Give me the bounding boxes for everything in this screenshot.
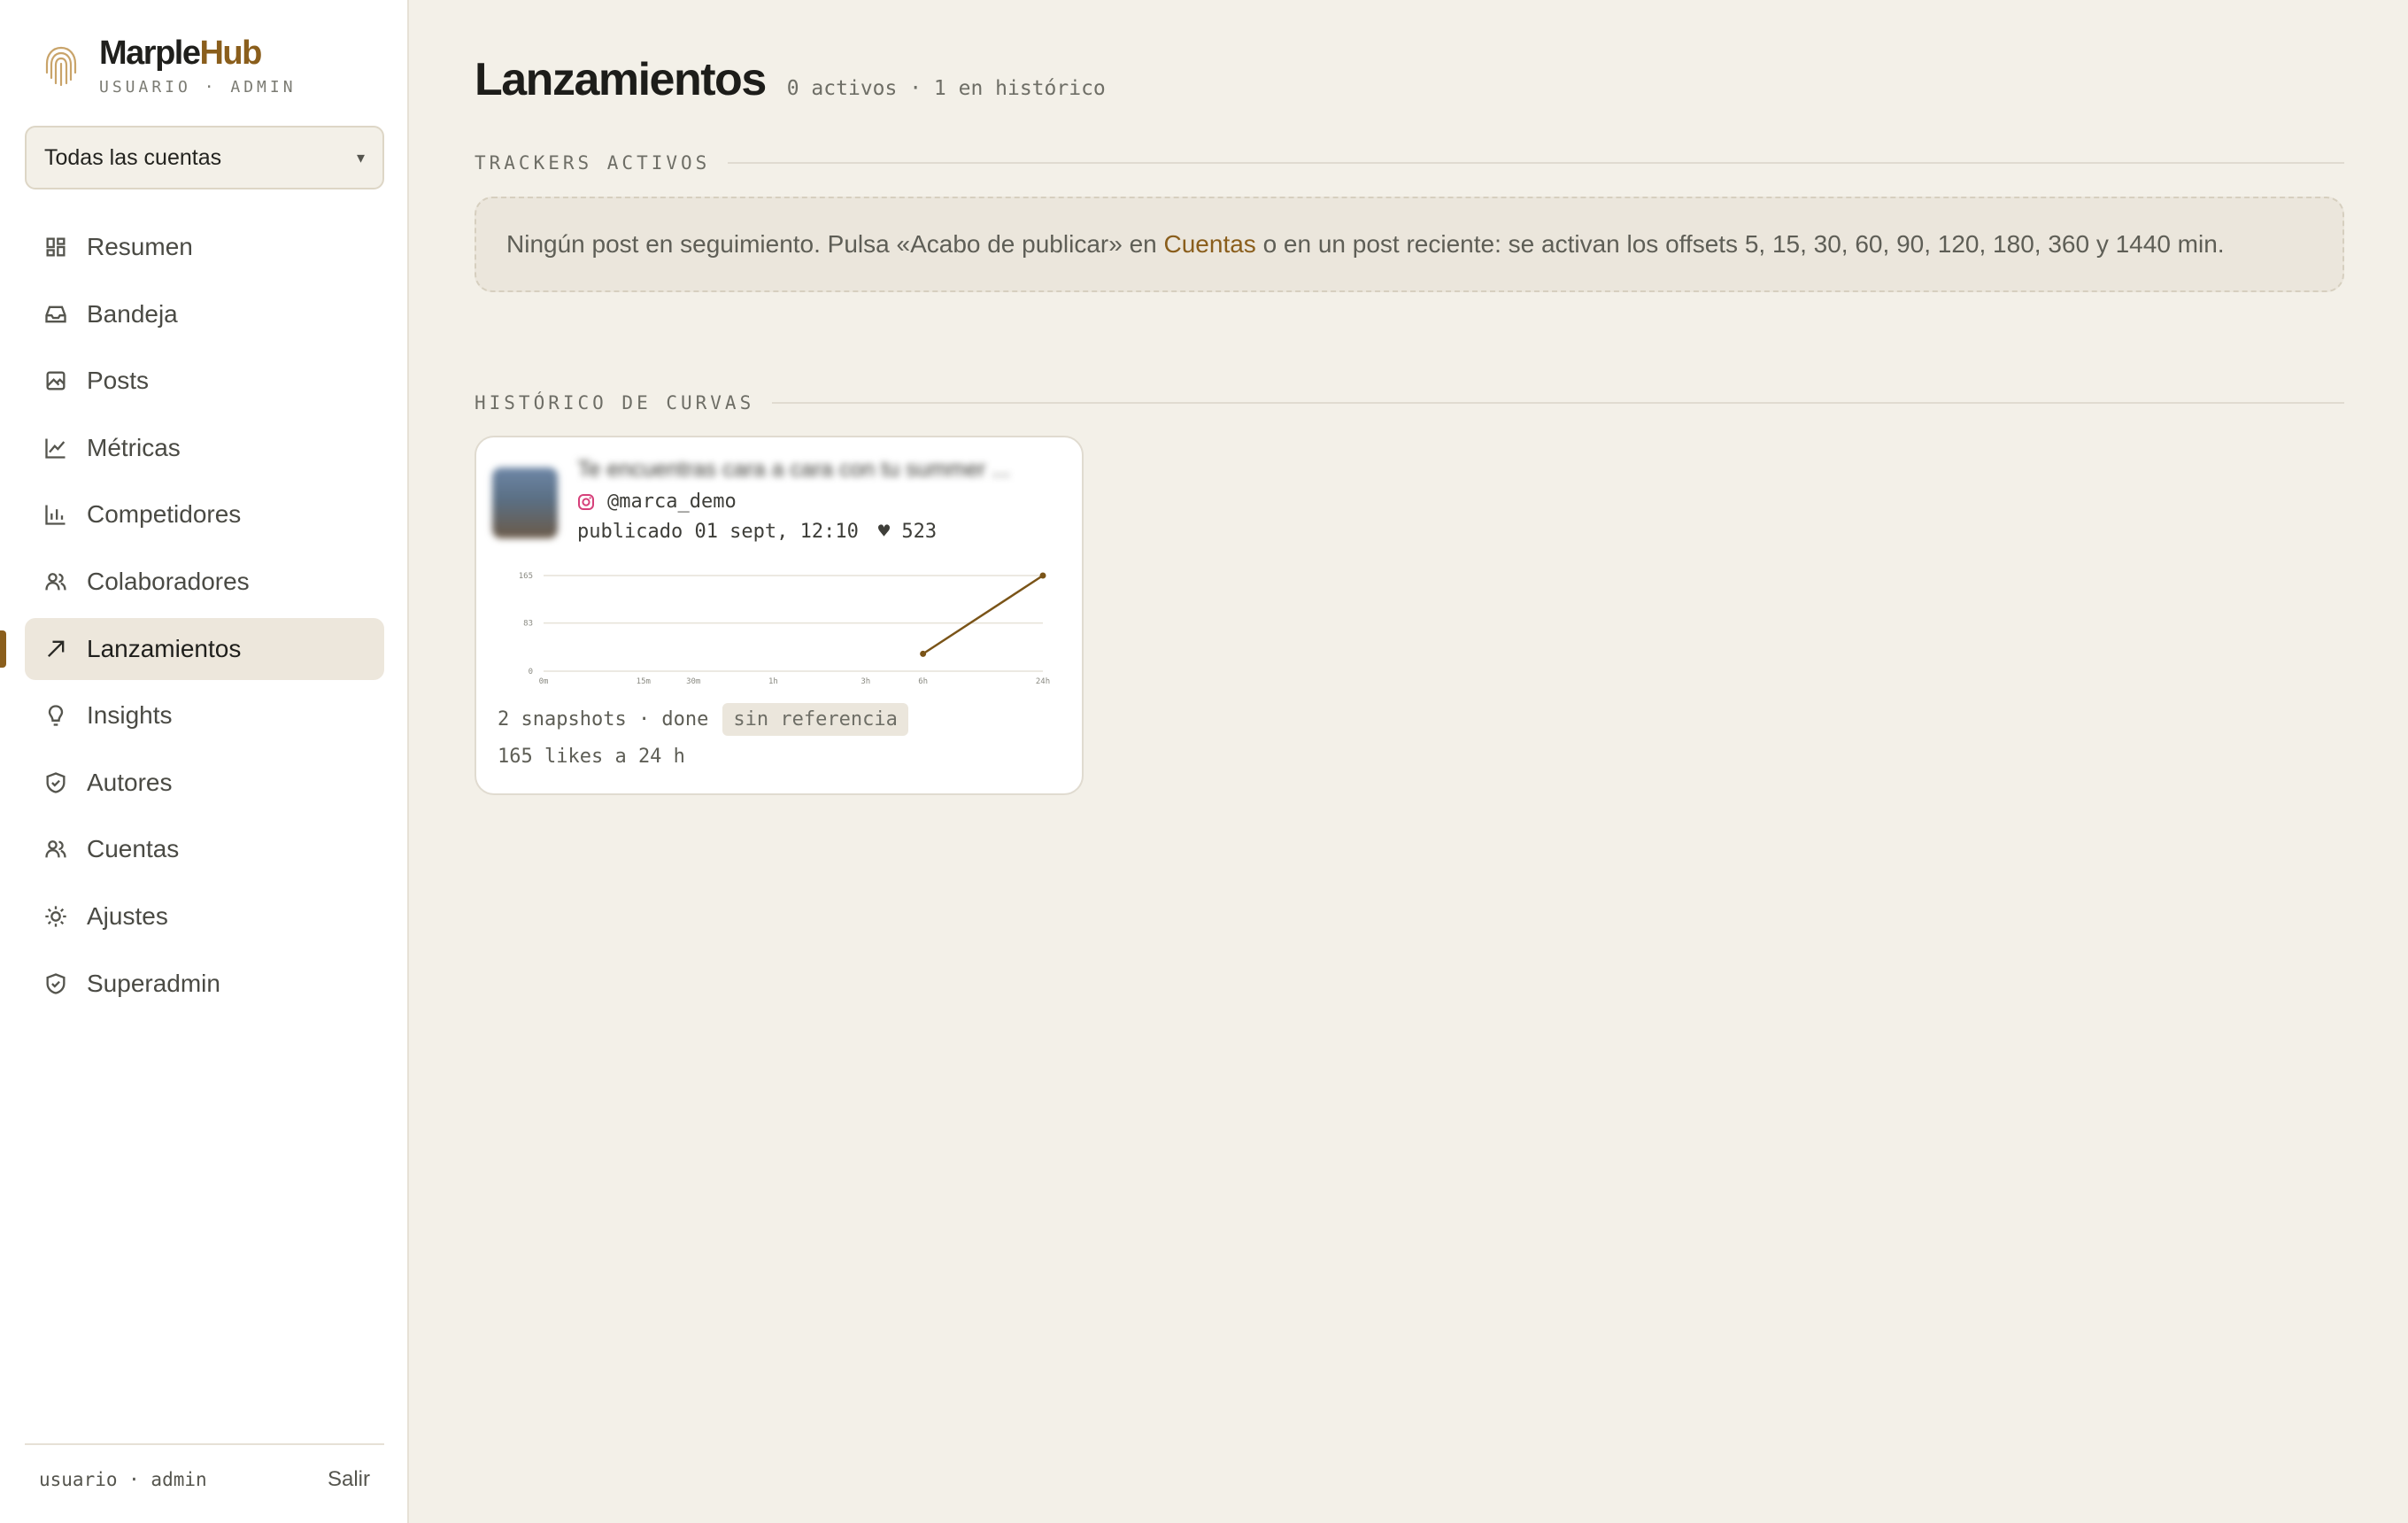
sidebar-item-resumen[interactable]: Resumen (25, 216, 384, 278)
sidebar-item-ajustes[interactable]: Ajustes (25, 885, 384, 947)
sidebar: MarpleHub USUARIO · ADMIN Todas las cuen… (0, 0, 409, 1523)
y-tick-label: 165 (519, 572, 533, 581)
shield-check-icon (42, 769, 69, 796)
launch-curve-chart: 165 83 0 0m 15m 30m 1h 3h 6h 24h (519, 572, 1050, 686)
x-tick-label: 0m (539, 677, 549, 686)
section-title: TRACKERS ACTIVOS (475, 152, 711, 174)
section-divider (728, 162, 2344, 164)
card-status: 2 snapshots · done sin referencia (498, 703, 908, 736)
sun-icon (42, 903, 69, 930)
section-divider (772, 402, 2344, 404)
account-select[interactable]: Todas las cuentas ▾ (25, 126, 384, 189)
bar-chart-icon (42, 501, 69, 528)
sidebar-item-metricas[interactable]: Métricas (25, 417, 384, 479)
sidebar-item-label: Ajustes (87, 901, 168, 930)
sidebar-item-label: Autores (87, 768, 173, 796)
series-line (922, 574, 1044, 655)
x-tick-label: 24h (1036, 677, 1050, 686)
sidebar-item-competidores[interactable]: Competidores (25, 483, 384, 545)
post-account: @marca_demo (577, 491, 737, 513)
data-point (1039, 572, 1046, 579)
x-tick-label: 1h (768, 677, 778, 686)
sidebar-item-colaboradores[interactable]: Colaboradores (25, 551, 384, 613)
arrow-up-right-icon (42, 636, 69, 662)
sidebar-item-posts[interactable]: Posts (25, 350, 384, 412)
page-title: Lanzamientos (475, 54, 767, 105)
page-header: Lanzamientos 0 activos · 1 en histórico (475, 53, 1106, 106)
empty-trackers-notice: Ningún post en seguimiento. Pulsa «Acabo… (475, 197, 2344, 292)
reference-badge: sin referencia (722, 703, 908, 736)
section-history-header: HISTÓRICO DE CURVAS (475, 392, 2344, 414)
sidebar-nav: Resumen Bandeja Posts Métricas Competido… (0, 216, 384, 1019)
sidebar-item-label: Resumen (87, 233, 193, 260)
sidebar-item-autores[interactable]: Autores (25, 752, 384, 814)
page-meta: 0 activos · 1 en histórico (786, 77, 1106, 100)
active-indicator (0, 630, 6, 668)
instagram-icon (578, 493, 594, 510)
dashboard-icon (42, 234, 69, 260)
sidebar-item-label: Competidores (87, 500, 242, 529)
published-date: publicado 01 sept, 12:10 (577, 521, 859, 543)
sidebar-item-cuentas[interactable]: Cuentas (25, 818, 384, 880)
snapshots-status: 2 snapshots · done (498, 708, 709, 731)
x-tick-label: 3h (861, 677, 870, 686)
post-caption: Te encuentras cara a cara con tu summer … (577, 457, 1011, 482)
sidebar-item-label: Bandeja (87, 299, 178, 328)
current-user: usuario · admin (39, 1469, 207, 1490)
sidebar-item-label: Insights (87, 701, 173, 730)
sidebar-item-label: Lanzamientos (87, 634, 242, 662)
likes-count: ♥ 523 (877, 521, 938, 543)
brand-name: MarpleHub (99, 35, 262, 72)
sidebar-item-superadmin[interactable]: Superadmin (25, 953, 384, 1015)
line-chart-icon (42, 435, 69, 461)
sidebar-footer: usuario · admin Salir (25, 1443, 384, 1514)
caret-down-icon: ▾ (356, 148, 365, 166)
y-tick-label: 83 (523, 620, 533, 629)
shield-check-icon (42, 970, 69, 997)
lightbulb-icon (42, 702, 69, 729)
y-tick-label: 0 (529, 668, 533, 676)
x-tick-label: 15m (637, 677, 651, 686)
account-select-value: Todas las cuentas (44, 144, 222, 170)
brand[interactable]: MarpleHub USUARIO · ADMIN (42, 34, 297, 97)
sidebar-item-lanzamientos[interactable]: Lanzamientos (0, 617, 384, 680)
launch-curve-card[interactable]: Te encuentras cara a cara con tu summer … (475, 436, 1084, 795)
empty-notice-text: Ningún post en seguimiento. Pulsa «Acabo… (506, 230, 2225, 258)
data-point (920, 650, 927, 657)
section-title: HISTÓRICO DE CURVAS (475, 392, 755, 414)
logout-button[interactable]: Salir (328, 1467, 370, 1492)
sidebar-item-label: Métricas (87, 433, 181, 461)
section-active-trackers-header: TRACKERS ACTIVOS (475, 152, 2344, 174)
post-published: publicado 01 sept, 12:10 ♥ 523 (577, 521, 937, 543)
cuentas-link[interactable]: Cuentas (1164, 230, 1256, 258)
users-icon (42, 836, 69, 862)
sidebar-item-insights[interactable]: Insights (25, 684, 384, 746)
card-summary: 165 likes a 24 h (498, 746, 685, 768)
sidebar-item-label: Colaboradores (87, 567, 250, 595)
post-thumbnail (492, 468, 558, 538)
sidebar-item-label: Posts (87, 367, 150, 395)
image-icon (42, 367, 69, 394)
x-tick-label: 30m (686, 677, 700, 686)
account-handle: @marca_demo (607, 491, 737, 513)
users-icon (42, 568, 69, 595)
x-tick-label: 6h (918, 677, 928, 686)
brand-subtitle: USUARIO · ADMIN (99, 78, 297, 97)
inbox-icon (42, 301, 69, 328)
sidebar-item-label: Superadmin (87, 969, 220, 997)
sidebar-item-label: Cuentas (87, 835, 180, 863)
fingerprint-logo-icon (45, 46, 77, 87)
sidebar-item-bandeja[interactable]: Bandeja (25, 283, 384, 345)
